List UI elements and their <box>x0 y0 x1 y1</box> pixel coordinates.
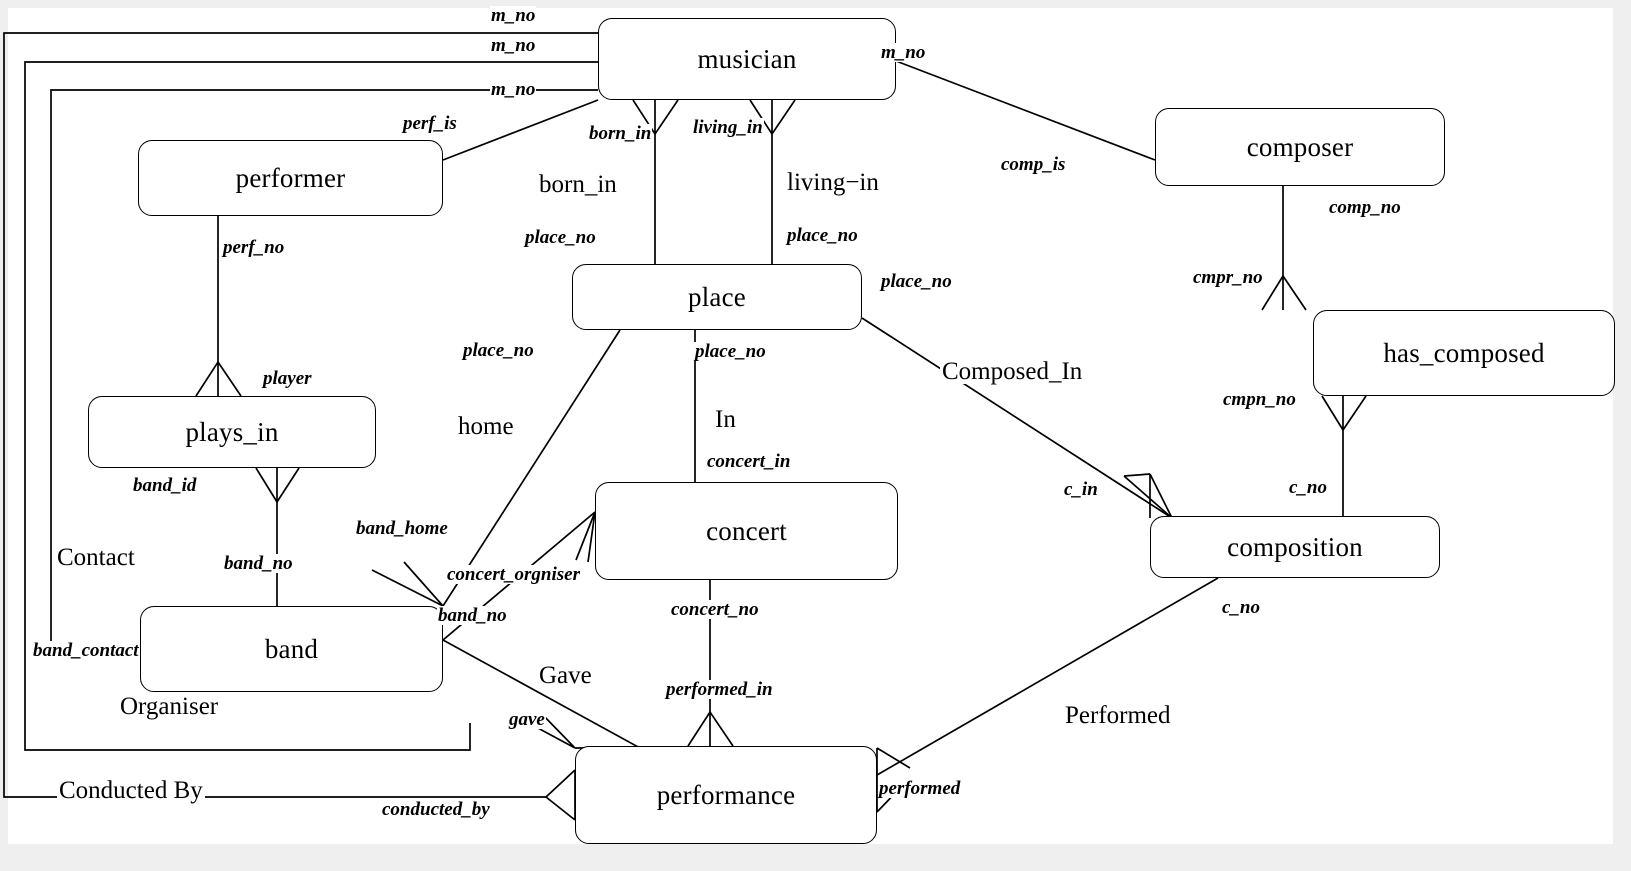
attr-label-player: player <box>262 368 313 389</box>
attr-label-c-no-right: c_no <box>1288 477 1328 498</box>
attr-label-concert-in: concert_in <box>706 451 792 472</box>
attr-label-place-no-home: place_no <box>462 340 535 361</box>
rel-label-in: In <box>713 406 738 433</box>
rel-label-living-in: living−in <box>785 169 881 196</box>
attr-label-c-in: c_in <box>1063 479 1099 500</box>
entity-performance[interactable]: performance <box>575 746 877 844</box>
rel-label-composed-in: Composed_In <box>940 358 1085 385</box>
attr-label-cmpr-no: cmpr_no <box>1192 267 1264 288</box>
attr-label-place-no-born: place_no <box>524 227 597 248</box>
attr-label-band-no-left: band_no <box>223 553 294 574</box>
attr-label-place-no-in: place_no <box>694 341 767 362</box>
attr-label-living-in: living_in <box>692 117 764 138</box>
entity-composition[interactable]: composition <box>1150 516 1440 578</box>
attr-label-band-contact: band_contact <box>32 640 140 661</box>
attr-label-m-no-3: m_no <box>490 79 537 100</box>
rel-label-organiser: Organiser <box>118 693 221 720</box>
entity-band[interactable]: band <box>140 606 443 692</box>
attr-label-concert-orgniser: concert_orgniser <box>446 564 581 585</box>
attr-label-place-no-living: place_no <box>786 225 859 246</box>
attr-label-cmpn-no: cmpn_no <box>1222 389 1297 410</box>
attr-label-performed-in: performed_in <box>665 679 774 700</box>
attr-label-perf-is: perf_is <box>402 113 458 134</box>
entity-place[interactable]: place <box>572 264 862 330</box>
rel-label-performed: Performed <box>1063 702 1173 729</box>
attr-label-born-in: born_in <box>588 123 653 144</box>
rel-label-gave: Gave <box>537 662 594 689</box>
entity-has-composed[interactable]: has_composed <box>1313 310 1615 396</box>
attr-label-band-home: band_home <box>355 518 449 539</box>
attr-label-m-no-1: m_no <box>490 5 537 26</box>
attr-label-comp-is: comp_is <box>1000 154 1067 175</box>
attr-label-gave: gave <box>508 709 546 730</box>
attr-label-c-no-bottom: c_no <box>1221 597 1261 618</box>
attr-label-performed: performed <box>878 778 962 799</box>
attr-label-m-no-2: m_no <box>490 35 537 56</box>
entity-musician[interactable]: musician <box>598 18 896 100</box>
entity-performer[interactable]: performer <box>138 140 443 216</box>
attr-label-perf-no: perf_no <box>222 237 286 258</box>
entity-composer[interactable]: composer <box>1155 108 1445 186</box>
attr-label-band-id: band_id <box>132 475 198 496</box>
attr-label-m-no-4: m_no <box>880 42 927 63</box>
entity-concert[interactable]: concert <box>595 482 898 580</box>
rel-label-home: home <box>456 413 516 440</box>
entity-plays-in[interactable]: plays_in <box>88 396 376 468</box>
attr-label-band-no-right: band_no <box>437 605 508 626</box>
attr-label-place-no-right: place_no <box>880 271 953 292</box>
rel-label-contact: Contact <box>55 544 137 571</box>
rel-label-born-in: born_in <box>537 171 619 198</box>
rel-label-conducted-by: Conducted By <box>57 777 205 804</box>
attr-label-concert-no: concert_no <box>670 599 760 620</box>
attr-label-conducted-by: conducted_by <box>381 799 491 820</box>
attr-label-comp-no: comp_no <box>1328 197 1402 218</box>
er-diagram-canvas: musician performer composer place has_co… <box>0 0 1631 871</box>
